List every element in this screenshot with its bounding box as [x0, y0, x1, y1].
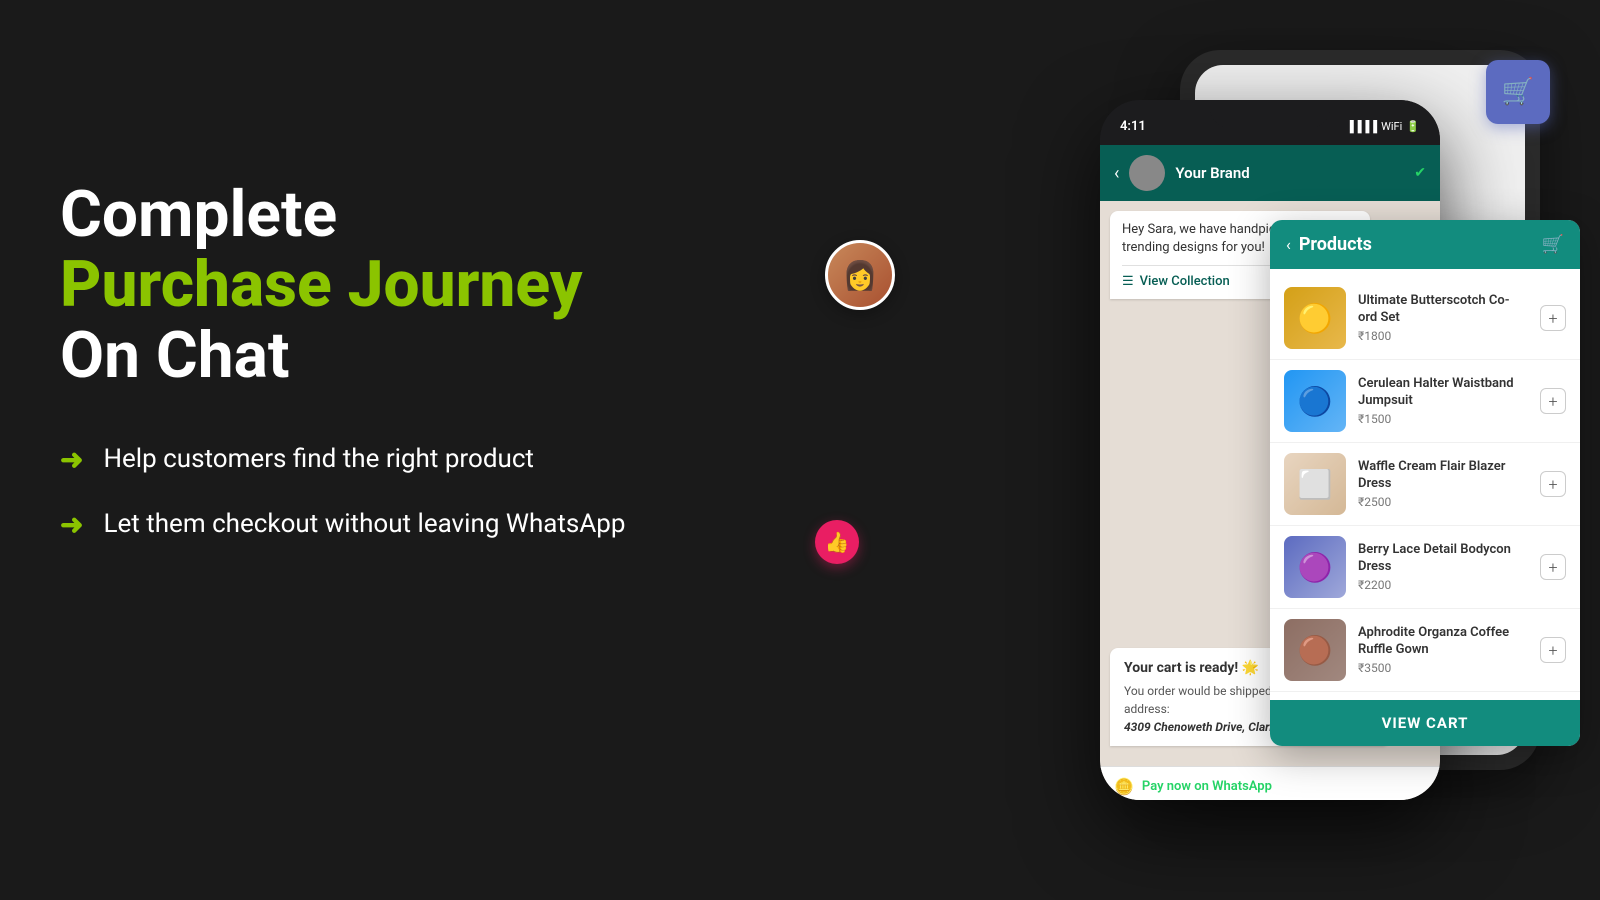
wifi-icon: WiFi: [1381, 120, 1402, 133]
chat-header: ‹ Your Brand ✔: [1100, 145, 1440, 201]
product-image-5: 🟤: [1284, 619, 1346, 681]
product-name-3: Waffle Cream Flair Blazer Dress: [1358, 459, 1528, 493]
product-name-2: Cerulean Halter Waistband Jumpsuit: [1358, 376, 1528, 410]
brand-avatar: [1129, 155, 1165, 191]
product-price-5: ₹3500: [1358, 661, 1528, 675]
thumbs-up-icon: 👍: [825, 530, 850, 554]
phone-notch: [1210, 100, 1330, 128]
pay-text: Pay now on WhatsApp: [1142, 779, 1272, 794]
add-button-4[interactable]: +: [1540, 554, 1566, 580]
product-figure-4: 🟣: [1284, 536, 1346, 598]
product-info-4: Berry Lace Detail Bodycon Dress ₹2200: [1358, 542, 1528, 592]
products-panel: ‹ Products 🛒 🟡 Ultimate Butterscotch Co-…: [1270, 220, 1580, 746]
product-price-1: ₹1800: [1358, 329, 1528, 343]
product-price-2: ₹1500: [1358, 412, 1528, 426]
product-item-3: ⬜ Waffle Cream Flair Blazer Dress ₹2500 …: [1270, 443, 1580, 526]
right-section: 🛒 4:11 ▐▐▐▐ WiFi 🔋 ‹ Your Brand ✔ Hey Sa…: [700, 0, 1600, 900]
product-image-4: 🟣: [1284, 536, 1346, 598]
products-back-icon[interactable]: ‹: [1286, 235, 1291, 254]
like-reaction-bubble: 👍: [815, 520, 859, 564]
heading-purchase-journey: Purchase Journey: [60, 250, 660, 320]
feature-text-1: Help customers find the right product: [103, 441, 533, 477]
back-arrow-icon[interactable]: ‹: [1114, 163, 1119, 184]
product-info-5: Aphrodite Organza Coffee Ruffle Gown ₹35…: [1358, 625, 1528, 675]
product-figure-5: 🟤: [1284, 619, 1346, 681]
battery-icon: 🔋: [1406, 120, 1420, 133]
feature-item-2: ➜ Let them checkout without leaving What…: [60, 506, 660, 542]
brand-name: Your Brand: [1175, 164, 1404, 182]
cart-fab-icon: 🛒: [1502, 77, 1534, 107]
product-info-2: Cerulean Halter Waistband Jumpsuit ₹1500: [1358, 376, 1528, 426]
product-figure-1: 🟡: [1284, 287, 1346, 349]
cart-fab-button[interactable]: 🛒: [1486, 60, 1550, 124]
verified-icon: ✔: [1414, 165, 1426, 181]
product-price-4: ₹2200: [1358, 578, 1528, 592]
product-image-2: 🔵: [1284, 370, 1346, 432]
product-item-4: 🟣 Berry Lace Detail Bodycon Dress ₹2200 …: [1270, 526, 1580, 609]
product-info-3: Waffle Cream Flair Blazer Dress ₹2500: [1358, 459, 1528, 509]
add-button-3[interactable]: +: [1540, 471, 1566, 497]
products-header: ‹ Products 🛒: [1270, 220, 1580, 269]
product-image-1: 🟡: [1284, 287, 1346, 349]
avatar-emoji: 👩: [843, 259, 878, 292]
feature-list: ➜ Help customers find the right product …: [60, 441, 660, 542]
arrow-icon-2: ➜: [60, 508, 83, 541]
signal-icon: ▐▐▐▐: [1346, 120, 1377, 133]
product-list: 🟡 Ultimate Butterscotch Co-ord Set ₹1800…: [1270, 269, 1580, 700]
coin-icon: 🪙: [1114, 777, 1134, 796]
product-figure-2: 🔵: [1284, 370, 1346, 432]
product-image-3: ⬜: [1284, 453, 1346, 515]
product-info-1: Ultimate Butterscotch Co-ord Set ₹1800: [1358, 293, 1528, 343]
product-name-4: Berry Lace Detail Bodycon Dress: [1358, 542, 1528, 576]
add-button-1[interactable]: +: [1540, 305, 1566, 331]
product-item-2: 🔵 Cerulean Halter Waistband Jumpsuit ₹15…: [1270, 360, 1580, 443]
product-price-3: ₹2500: [1358, 495, 1528, 509]
arrow-icon-1: ➜: [60, 443, 83, 476]
phone-time: 4:11: [1120, 119, 1146, 134]
view-cart-button[interactable]: VIEW CART: [1270, 700, 1580, 746]
products-cart-icon[interactable]: 🛒: [1542, 234, 1564, 255]
add-button-5[interactable]: +: [1540, 637, 1566, 663]
list-icon: ☰: [1122, 274, 1134, 289]
view-collection-label: View Collection: [1140, 274, 1230, 289]
feature-text-2: Let them checkout without leaving WhatsA…: [103, 506, 625, 542]
product-item-1: 🟡 Ultimate Butterscotch Co-ord Set ₹1800…: [1270, 277, 1580, 360]
feature-item-1: ➜ Help customers find the right product: [60, 441, 660, 477]
heading-complete: Complete: [60, 180, 660, 250]
floating-user-avatar: 👩: [825, 240, 895, 310]
left-content: Complete Purchase Journey On Chat ➜ Help…: [60, 180, 660, 570]
heading-on-chat: On Chat: [60, 321, 660, 391]
product-item-5: 🟤 Aphrodite Organza Coffee Ruffle Gown ₹…: [1270, 609, 1580, 692]
pay-bar[interactable]: 🪙 Pay now on WhatsApp: [1100, 766, 1440, 800]
product-name-5: Aphrodite Organza Coffee Ruffle Gown: [1358, 625, 1528, 659]
product-figure-3: ⬜: [1284, 453, 1346, 515]
product-name-1: Ultimate Butterscotch Co-ord Set: [1358, 293, 1528, 327]
products-title: Products: [1299, 234, 1542, 255]
add-button-2[interactable]: +: [1540, 388, 1566, 414]
phone-status-icons: ▐▐▐▐ WiFi 🔋: [1346, 120, 1420, 133]
